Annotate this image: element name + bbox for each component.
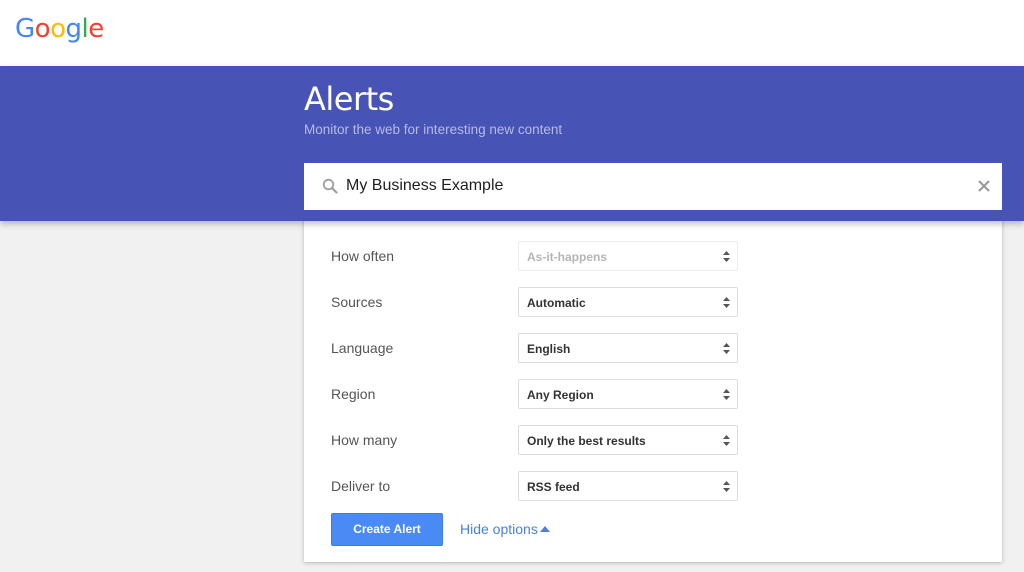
option-label: Region [331, 386, 376, 402]
logo-letter: l [81, 14, 89, 44]
sources-select[interactable]: Automatic [518, 287, 738, 317]
option-label: How often [331, 248, 395, 264]
option-row-region: Region Any Region [304, 366, 1002, 412]
alert-query-input[interactable]: My Business Example [304, 163, 1002, 210]
logo-letter: e [88, 14, 104, 44]
hide-options-link[interactable]: Hide options [460, 521, 538, 537]
alert-query-value[interactable]: My Business Example [346, 177, 503, 195]
deliver-to-select[interactable]: RSS feed [518, 471, 738, 501]
logo-letter: g [65, 14, 83, 44]
logo-letter: G [15, 14, 35, 44]
caret-up-icon[interactable] [540, 526, 550, 532]
option-row-deliver-to: Deliver to RSS feed [304, 458, 1002, 504]
sort-arrows-icon [723, 389, 730, 400]
sort-arrows-icon [723, 343, 730, 354]
option-row-how-many: How many Only the best results [304, 412, 1002, 458]
select-value: RSS feed [527, 480, 580, 494]
option-row-sources: Sources Automatic [304, 274, 1002, 320]
option-label: How many [331, 432, 398, 448]
create-alert-button[interactable]: Create Alert [331, 513, 443, 546]
page-title: Alerts [304, 80, 394, 118]
language-select[interactable]: English [518, 333, 738, 363]
option-label: Deliver to [331, 478, 391, 494]
region-select[interactable]: Any Region [518, 379, 738, 409]
option-label: Language [331, 340, 394, 356]
sort-arrows-icon [723, 435, 730, 446]
select-value: Any Region [527, 388, 594, 402]
logo-letter: o [50, 14, 66, 44]
logo-letter: o [34, 14, 51, 44]
google-logo[interactable]: Google [15, 14, 104, 44]
close-icon[interactable] [976, 178, 992, 194]
sort-arrows-icon [723, 481, 730, 492]
page-subtitle: Monitor the web for interesting new cont… [304, 122, 563, 137]
option-label: Sources [331, 294, 383, 310]
select-value: English [527, 342, 571, 356]
search-icon [322, 178, 338, 194]
option-row-how-often: How often As-it-happens [304, 228, 1002, 274]
top-bar: Google [0, 0, 1024, 66]
how-many-select[interactable]: Only the best results [518, 425, 738, 455]
how-often-select[interactable]: As-it-happens [518, 241, 738, 271]
select-value: Automatic [527, 296, 586, 310]
option-row-language: Language English [304, 320, 1002, 366]
sort-arrows-icon [723, 251, 730, 262]
select-value: As-it-happens [527, 250, 608, 264]
sort-arrows-icon [723, 297, 730, 308]
select-value: Only the best results [527, 434, 646, 448]
